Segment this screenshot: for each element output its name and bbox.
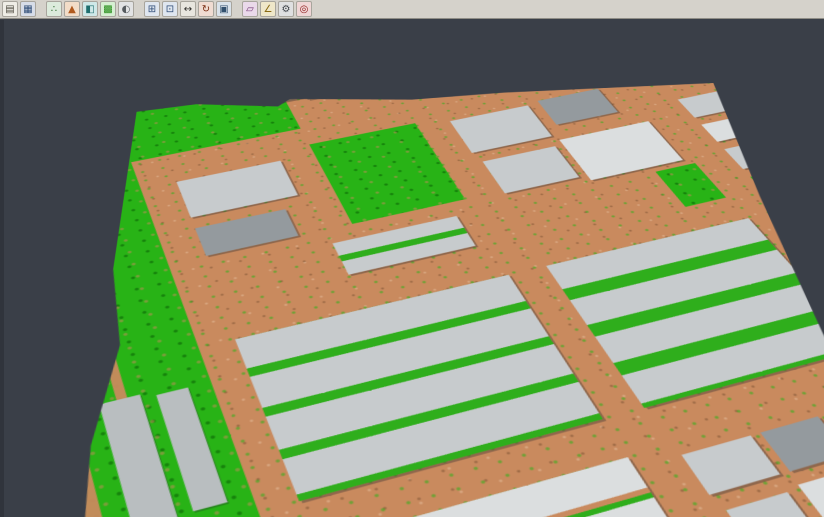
3d-viewport[interactable] <box>0 20 824 517</box>
zoom-window-icon[interactable]: ⊡ <box>162 1 178 17</box>
scene <box>4 20 824 517</box>
building-slab-roof <box>788 179 824 239</box>
vegetation-patch <box>656 163 727 207</box>
top-view-icon[interactable]: ▣ <box>216 1 232 17</box>
snapshot-icon[interactable]: ◎ <box>296 1 312 17</box>
warehouse-rows <box>546 218 824 408</box>
building-roof <box>483 146 580 193</box>
building-roof <box>798 462 824 517</box>
vegetation-area-top <box>101 83 300 162</box>
building-roof-brown <box>302 83 342 100</box>
elevation-colors-icon[interactable]: ▲ <box>64 1 80 17</box>
building-roof <box>195 209 298 256</box>
building-slab-roof <box>816 209 824 269</box>
profile-icon[interactable]: ▱ <box>242 1 258 17</box>
building-roof <box>538 89 618 125</box>
building-roof <box>287 83 361 93</box>
toolbar: ▤▦ ∴▲◧▩◐ ⊞⊡↔↻▣ ▱∠⚙◎ <box>0 0 824 19</box>
rgb-colors-icon[interactable]: ◧ <box>82 1 98 17</box>
terrain-pointcloud <box>56 83 824 517</box>
classification-colors-icon[interactable]: ▩ <box>100 1 116 17</box>
ground-surface <box>56 83 824 517</box>
measure-icon[interactable]: ∠ <box>260 1 276 17</box>
toolbar-icons: ▤▦ ∴▲◧▩◐ ⊞⊡↔↻▣ ▱∠⚙◎ <box>2 1 312 17</box>
point-cloud-icon[interactable]: ∴ <box>46 1 62 17</box>
warehouse-rows <box>235 275 603 502</box>
settings-icon[interactable]: ⚙ <box>278 1 294 17</box>
save-file-icon[interactable]: ▦ <box>20 1 36 17</box>
vegetation-patch <box>750 148 824 208</box>
building-roof <box>450 106 552 154</box>
building-roof-brown <box>264 88 301 104</box>
building-roof-ridge <box>333 216 476 275</box>
pan-icon[interactable]: ↔ <box>180 1 196 17</box>
open-file-icon[interactable]: ▤ <box>2 1 18 17</box>
orbit-icon[interactable]: ↻ <box>198 1 214 17</box>
intensity-colors-icon[interactable]: ◐ <box>118 1 134 17</box>
application-window: ▤▦ ∴▲◧▩◐ ⊞⊡↔↻▣ ▱∠⚙◎ <box>0 0 824 517</box>
zoom-extents-icon[interactable]: ⊞ <box>144 1 160 17</box>
building-slab-roof <box>724 115 824 169</box>
vegetation-patch <box>309 123 465 224</box>
building-roof <box>681 436 780 496</box>
building-slab-roof <box>678 83 824 118</box>
